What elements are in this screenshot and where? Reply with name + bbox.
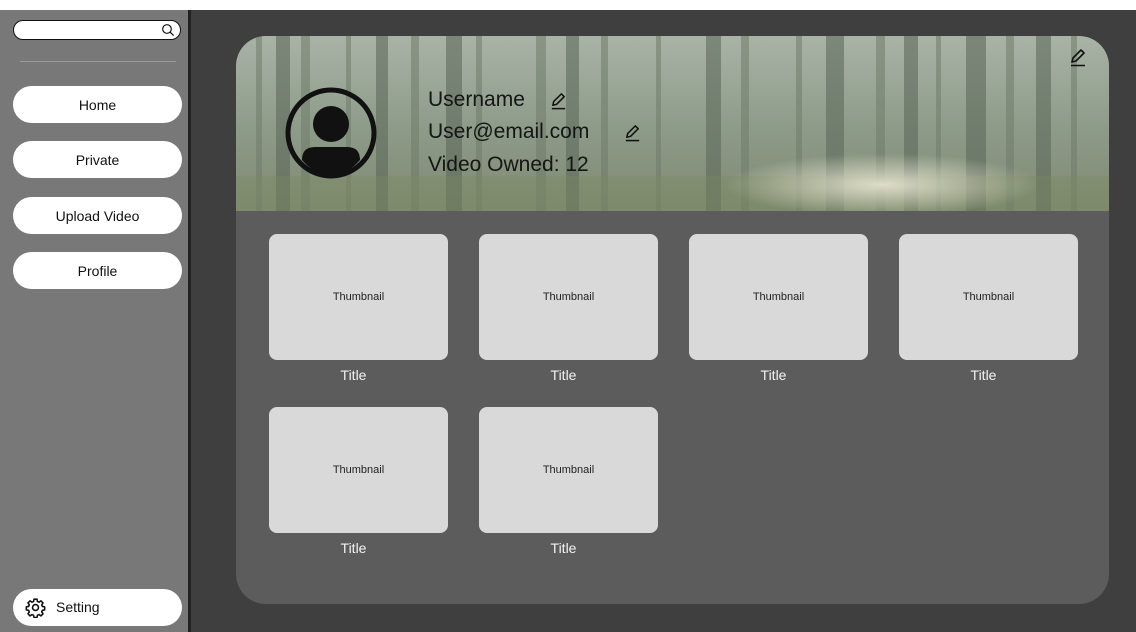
sidebar: Home Private Upload Video Profile Settin… bbox=[0, 10, 190, 632]
edit-email-icon[interactable] bbox=[623, 123, 642, 142]
video-thumbnail[interactable]: Thumbnail bbox=[899, 234, 1078, 360]
gear-icon bbox=[25, 598, 46, 618]
video-count: Video Owned: 12 bbox=[428, 153, 589, 177]
sidebar-item-private[interactable]: Private bbox=[13, 141, 182, 178]
video-thumbnail[interactable]: Thumbnail bbox=[269, 234, 448, 360]
username-text: Username bbox=[428, 88, 525, 111]
edit-username-icon[interactable] bbox=[549, 91, 568, 110]
sidebar-item-upload-video[interactable]: Upload Video bbox=[13, 197, 182, 234]
sidebar-item-label: Upload Video bbox=[55, 207, 140, 224]
thumbnail-label: Thumbnail bbox=[332, 291, 385, 303]
thumbnail-label: Thumbnail bbox=[962, 291, 1015, 303]
thumbnail-label: Thumbnail bbox=[542, 464, 595, 476]
sidebar-item-label: Profile bbox=[77, 262, 118, 279]
video-title[interactable]: Title bbox=[479, 540, 648, 556]
sidebar-item-label: Private bbox=[75, 151, 120, 168]
thumbnail-label: Thumbnail bbox=[752, 291, 805, 303]
setting-label: Setting bbox=[56, 599, 100, 615]
email-text: User@email.com bbox=[428, 120, 590, 143]
video-title[interactable]: Title bbox=[479, 367, 648, 383]
sidebar-item-profile[interactable]: Profile bbox=[13, 252, 182, 289]
sidebar-item-label: Home bbox=[78, 96, 117, 113]
video-thumbnail[interactable]: Thumbnail bbox=[479, 234, 658, 360]
video-thumbnail[interactable]: Thumbnail bbox=[269, 407, 448, 533]
thumbnail-label: Thumbnail bbox=[332, 464, 385, 476]
sidebar-item-home[interactable]: Home bbox=[13, 86, 182, 123]
video-title[interactable]: Title bbox=[689, 367, 858, 383]
video-thumbnail[interactable]: Thumbnail bbox=[479, 407, 658, 533]
profile-card: Username User@email.com Video Owned: 12 … bbox=[236, 36, 1109, 604]
video-title[interactable]: Title bbox=[899, 367, 1068, 383]
search-input[interactable] bbox=[22, 22, 162, 38]
search-box[interactable] bbox=[13, 20, 181, 40]
edit-banner-icon[interactable] bbox=[1068, 47, 1088, 67]
sidebar-divider bbox=[20, 61, 176, 62]
video-title[interactable]: Title bbox=[269, 367, 438, 383]
user-avatar-icon bbox=[285, 87, 377, 179]
username: Username bbox=[428, 88, 525, 112]
video-title[interactable]: Title bbox=[269, 540, 438, 556]
search-icon[interactable] bbox=[161, 23, 175, 37]
email: User@email.com bbox=[428, 120, 589, 144]
setting-button[interactable]: Setting bbox=[13, 589, 182, 626]
thumbnail-label: Thumbnail bbox=[542, 291, 595, 303]
video-count-text: Video Owned: 12 bbox=[428, 153, 589, 176]
video-thumbnail[interactable]: Thumbnail bbox=[689, 234, 868, 360]
profile-banner: Username User@email.com Video Owned: 12 bbox=[236, 36, 1109, 211]
app-frame: Home Private Upload Video Profile Settin… bbox=[0, 10, 1136, 632]
